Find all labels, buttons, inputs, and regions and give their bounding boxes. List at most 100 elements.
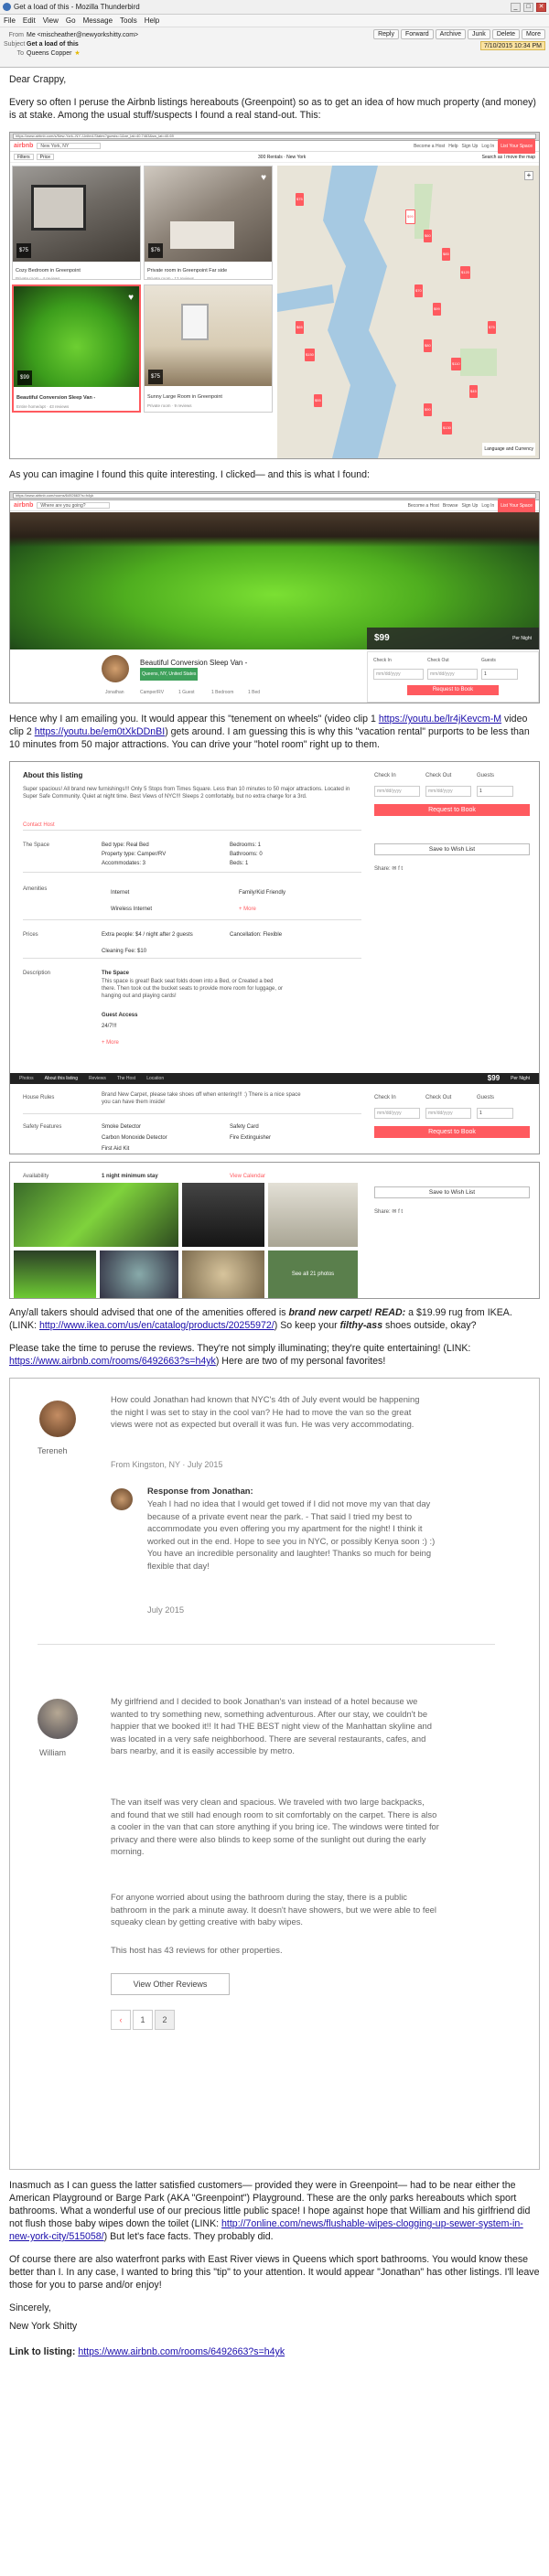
request-to-book-button[interactable]: Request to Book bbox=[374, 804, 530, 816]
page-2-button[interactable]: 2 bbox=[155, 2010, 175, 2030]
delete-button[interactable]: Delete bbox=[491, 29, 521, 39]
help-link[interactable]: Help bbox=[448, 140, 458, 153]
host-name-badge[interactable]: Jonathan bbox=[105, 686, 124, 699]
map-price-pin[interactable]: $130 bbox=[442, 422, 452, 435]
from-value[interactable]: Me <mischeather@newyorkshitty.com> bbox=[27, 32, 138, 38]
listing-link[interactable]: https://www.airbnb.com/rooms/6492663?s=h… bbox=[78, 2346, 285, 2357]
save-to-wishlist-button[interactable]: Save to Wish List bbox=[374, 1186, 530, 1198]
airbnb-logo[interactable]: airbnb bbox=[14, 140, 33, 153]
map-footer[interactable]: Language and Currency bbox=[482, 443, 535, 456]
menu-tools[interactable]: Tools bbox=[120, 16, 137, 25]
listing-location[interactable]: Queens, NY, United States bbox=[140, 668, 199, 681]
map-toggle[interactable]: Search as I move the map bbox=[482, 151, 535, 164]
request-to-book-button[interactable]: Request to Book bbox=[374, 1126, 530, 1138]
price-button[interactable]: Price bbox=[36, 154, 55, 160]
junk-button[interactable]: Junk bbox=[468, 29, 490, 39]
guests-select[interactable]: 1 bbox=[477, 786, 513, 797]
signup-link[interactable]: Sign Up bbox=[462, 499, 479, 512]
airbnb-logo[interactable]: airbnb bbox=[14, 499, 33, 512]
location-search[interactable]: Where are you going? bbox=[37, 502, 111, 509]
map-price-pin[interactable]: $99 bbox=[433, 303, 441, 316]
map-price-pin[interactable]: $90 bbox=[424, 403, 432, 416]
prev-page-button[interactable]: ‹ bbox=[111, 2010, 131, 2030]
menu-help[interactable]: Help bbox=[145, 16, 159, 25]
check-out-input[interactable]: mm/dd/yyyy bbox=[427, 669, 478, 680]
tab-about[interactable]: About this listing bbox=[45, 1072, 78, 1085]
facebook-share-icon[interactable]: f bbox=[398, 1209, 400, 1215]
ikea-link[interactable]: http://www.ikea.com/us/en/catalog/produc… bbox=[39, 1320, 274, 1331]
description-more-link[interactable]: + More bbox=[102, 1036, 119, 1049]
video-link-1[interactable]: https://youtu.be/lr4jKevcm-M bbox=[379, 714, 501, 724]
reviewer-name[interactable]: Tereneh bbox=[38, 1444, 68, 1457]
map-price-pin[interactable]: $85 bbox=[442, 248, 450, 261]
check-out-input[interactable]: mm/dd/yyyy bbox=[425, 786, 471, 797]
location-search[interactable]: New York, NY bbox=[37, 143, 102, 149]
archive-button[interactable]: Archive bbox=[435, 29, 467, 39]
gallery-photo[interactable] bbox=[100, 1250, 178, 1298]
map-price-pin[interactable]: $55 bbox=[314, 394, 322, 407]
map-price-pin[interactable]: $80 bbox=[424, 339, 432, 352]
map-zoom-in-button[interactable]: + bbox=[524, 171, 533, 180]
map-price-pin[interactable]: $99 bbox=[405, 209, 415, 224]
map-price-pin[interactable]: $45 bbox=[469, 385, 478, 398]
facebook-share-icon[interactable]: f bbox=[398, 866, 400, 872]
map-price-pin[interactable]: $75 bbox=[488, 321, 496, 334]
gallery-photo[interactable] bbox=[268, 1183, 358, 1247]
heart-icon[interactable]: ♥ bbox=[261, 172, 266, 185]
map-price-pin[interactable]: $120 bbox=[460, 266, 470, 279]
check-out-input[interactable]: mm/dd/yyyy bbox=[425, 1108, 471, 1119]
email-share-icon[interactable]: ✉ bbox=[392, 1209, 396, 1215]
map-price-pin[interactable]: $150 bbox=[305, 349, 315, 361]
gallery-photo[interactable] bbox=[14, 1183, 178, 1247]
star-icon[interactable]: ★ bbox=[74, 49, 80, 57]
listing-card[interactable]: ♥ $76 Private room in Greenpoint Far sid… bbox=[144, 166, 273, 280]
twitter-share-icon[interactable]: t bbox=[401, 1209, 403, 1215]
check-in-input[interactable]: mm/dd/yyyy bbox=[374, 786, 420, 797]
listing-card[interactable]: $75 Sunny Large Room in Greenpoint Priva… bbox=[144, 284, 273, 413]
menu-message[interactable]: Message bbox=[83, 16, 113, 25]
listing-card[interactable]: $75 Cozy Bedroom in Greenpoint Private r… bbox=[12, 166, 141, 280]
become-host-link[interactable]: Become a Host bbox=[408, 499, 439, 512]
map-price-pin[interactable]: $65 bbox=[296, 321, 304, 334]
gallery-photo[interactable] bbox=[182, 1183, 264, 1247]
request-to-book-button[interactable]: Request to Book bbox=[407, 685, 499, 695]
gallery-photo[interactable] bbox=[14, 1250, 96, 1298]
host-avatar[interactable] bbox=[102, 655, 129, 682]
view-other-reviews-button[interactable]: View Other Reviews bbox=[111, 1973, 230, 1995]
login-link[interactable]: Log In bbox=[481, 499, 494, 512]
listing-reviews-link[interactable]: https://www.airbnb.com/rooms/6492663?s=h… bbox=[9, 1356, 216, 1367]
twitter-share-icon[interactable]: t bbox=[401, 866, 403, 872]
menu-go[interactable]: Go bbox=[66, 16, 76, 25]
amenities-more-link[interactable]: + More bbox=[239, 903, 256, 916]
tab-reviews[interactable]: Reviews bbox=[89, 1072, 106, 1085]
check-in-input[interactable]: mm/dd/yyyy bbox=[374, 1108, 420, 1119]
map-price-pin[interactable]: $110 bbox=[451, 358, 461, 370]
map-price-pin[interactable]: $60 bbox=[424, 230, 432, 242]
map-price-pin[interactable]: $70 bbox=[414, 284, 423, 297]
list-space-button[interactable]: List Your Space bbox=[498, 498, 535, 513]
maximize-button[interactable]: □ bbox=[523, 2, 533, 12]
video-link-2[interactable]: https://youtu.be/em0tXkDDnBI bbox=[35, 726, 166, 737]
save-to-wishlist-button[interactable]: Save to Wish List bbox=[374, 843, 530, 855]
view-calendar-link[interactable]: View Calendar bbox=[230, 1170, 265, 1183]
results-map[interactable]: $75 $99 $60 $85 $120 $70 $99 $65 $150 $8… bbox=[277, 166, 539, 458]
reviewer-avatar-william[interactable] bbox=[38, 1699, 78, 1739]
minimize-button[interactable]: _ bbox=[511, 2, 521, 12]
more-button[interactable]: More bbox=[522, 29, 545, 39]
menu-edit[interactable]: Edit bbox=[23, 16, 36, 25]
map-price-pin[interactable]: $75 bbox=[296, 193, 304, 206]
gallery-photo[interactable] bbox=[182, 1250, 264, 1298]
listing-card[interactable]: ♥ $99 Beautiful Conversion Sleep Van - E… bbox=[12, 284, 141, 413]
guests-select[interactable]: 1 bbox=[481, 669, 518, 680]
email-share-icon[interactable]: ✉ bbox=[392, 866, 396, 872]
become-host-link[interactable]: Become a Host bbox=[414, 140, 445, 153]
tab-location[interactable]: Location bbox=[146, 1072, 164, 1085]
filters-button[interactable]: Filters bbox=[14, 154, 34, 160]
forward-button[interactable]: Forward bbox=[400, 29, 434, 39]
reviewer-name[interactable]: William bbox=[39, 1746, 66, 1759]
tab-host[interactable]: The Host bbox=[117, 1072, 135, 1085]
host-avatar[interactable] bbox=[111, 1488, 133, 1510]
menu-file[interactable]: File bbox=[4, 16, 16, 25]
see-all-photos-button[interactable]: See all 21 photos bbox=[268, 1250, 358, 1298]
page-1-button[interactable]: 1 bbox=[133, 2010, 153, 2030]
